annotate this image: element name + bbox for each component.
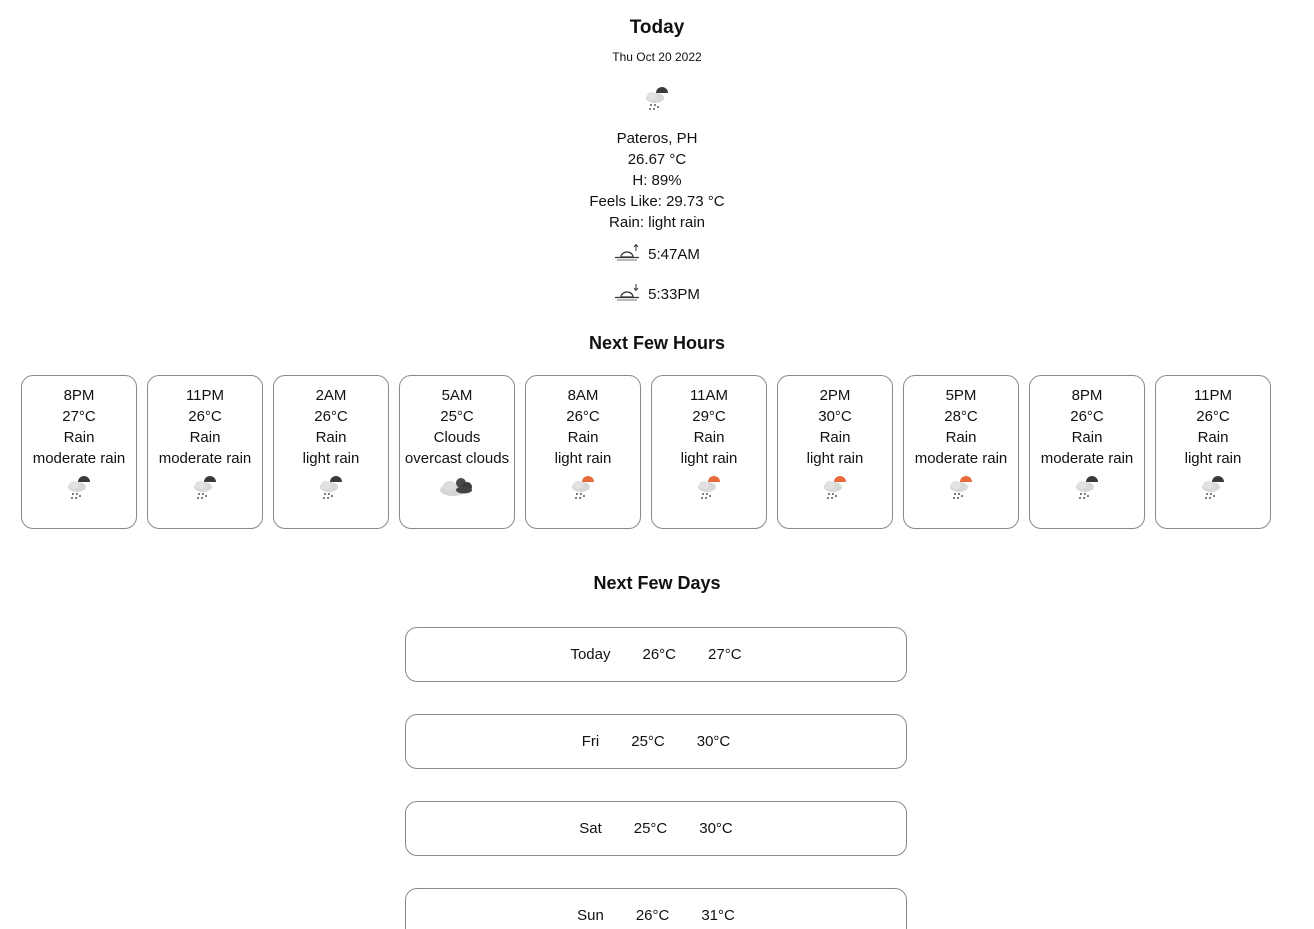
hour-description: moderate rain — [32, 450, 126, 467]
night-rain-icon — [148, 473, 262, 509]
current-condition: Rain: light rain — [609, 214, 705, 231]
hour-card: 2PM 30°C Rain light rain — [777, 375, 893, 529]
hour-temp: 27°C — [62, 408, 96, 425]
feels-like: Feels Like: 29.73 °C — [589, 193, 725, 210]
night-rain-icon — [1030, 473, 1144, 509]
hour-description: moderate rain — [1040, 450, 1134, 467]
hour-temp: 26°C — [188, 408, 222, 425]
day-high: 31°C — [701, 907, 735, 924]
hour-condition: Rain — [1197, 429, 1229, 446]
overcast-clouds-icon — [400, 473, 514, 505]
hour-temp: 30°C — [818, 408, 852, 425]
hour-time: 2PM — [819, 387, 851, 404]
hour-card: 11AM 29°C Rain light rain — [651, 375, 767, 529]
hour-time: 2AM — [315, 387, 347, 404]
hour-description: light rain — [806, 450, 864, 467]
hour-time: 8AM — [567, 387, 599, 404]
day-low: 25°C — [631, 733, 665, 750]
hour-time: 11AM — [689, 387, 729, 404]
hour-description: light rain — [554, 450, 612, 467]
day-name: Sun — [577, 907, 604, 924]
sunrise-row: 5:47AM — [0, 242, 1314, 268]
hour-card: 8AM 26°C Rain light rain — [525, 375, 641, 529]
day-card: Fri 25°C 30°C — [405, 714, 907, 769]
day-name: Today — [570, 646, 611, 663]
hour-card: 8PM 26°C Rain moderate rain — [1029, 375, 1145, 529]
day-rain-icon — [778, 473, 892, 509]
hour-time: 11PM — [1193, 387, 1233, 404]
hourly-forecast-list: 8PM 27°C Rain moderate rain 11PM 26°C Ra… — [21, 375, 1271, 529]
hour-time: 5AM — [441, 387, 473, 404]
hour-condition: Rain — [315, 429, 347, 446]
hour-temp: 26°C — [1196, 408, 1230, 425]
sunset-row: 5:33PM — [0, 282, 1314, 308]
today-title: Today — [629, 17, 685, 38]
day-rain-icon — [652, 473, 766, 509]
hour-condition: Rain — [945, 429, 977, 446]
day-high: 30°C — [699, 820, 733, 837]
hour-card: 5AM 25°C Clouds overcast clouds — [399, 375, 515, 529]
hour-condition: Rain — [819, 429, 851, 446]
current-temperature: 26.67 °C — [627, 151, 687, 168]
hour-temp: 25°C — [440, 408, 474, 425]
day-high: 30°C — [696, 733, 731, 750]
day-card: Sun 26°C 31°C — [405, 888, 907, 929]
hour-condition: Rain — [189, 429, 221, 446]
hour-description: overcast clouds — [404, 450, 510, 467]
days-section-title: Next Few Days — [593, 573, 721, 593]
day-name: Sat — [579, 820, 602, 837]
hour-time: 8PM — [63, 387, 95, 404]
hour-description: moderate rain — [914, 450, 1008, 467]
hour-time: 8PM — [1071, 387, 1103, 404]
hours-section-title: Next Few Hours — [588, 333, 726, 353]
day-card: Sat 25°C 30°C — [405, 801, 907, 856]
day-card: Today 26°C 27°C — [405, 627, 907, 682]
night-rain-icon — [22, 473, 136, 509]
night-rain-icon — [1156, 473, 1270, 509]
hour-temp: 28°C — [944, 408, 978, 425]
hour-condition: Rain — [693, 429, 725, 446]
hour-temp: 26°C — [566, 408, 600, 425]
day-rain-icon — [904, 473, 1018, 509]
hour-card: 11PM 26°C Rain moderate rain — [147, 375, 263, 529]
hour-condition: Rain — [567, 429, 599, 446]
hour-time: 5PM — [945, 387, 977, 404]
location: Pateros, PH — [616, 130, 698, 147]
hour-description: light rain — [1184, 450, 1242, 467]
hour-temp: 29°C — [692, 408, 726, 425]
humidity: H: 89% — [632, 172, 682, 189]
hour-description: light rain — [302, 450, 360, 467]
sunset-time: 5:33PM — [648, 286, 700, 303]
hour-condition: Clouds — [433, 429, 481, 446]
hour-description: moderate rain — [158, 450, 252, 467]
hour-card: 11PM 26°C Rain light rain — [1155, 375, 1271, 529]
hour-card: 5PM 28°C Rain moderate rain — [903, 375, 1019, 529]
day-low: 25°C — [633, 820, 668, 837]
hour-temp: 26°C — [1070, 408, 1104, 425]
sunrise-icon — [614, 242, 648, 268]
night-rain-icon — [642, 84, 672, 114]
hour-description: light rain — [680, 450, 738, 467]
day-rain-icon — [526, 473, 640, 509]
hour-card: 8PM 27°C Rain moderate rain — [21, 375, 137, 529]
night-rain-icon — [274, 473, 388, 509]
hour-temp: 26°C — [314, 408, 348, 425]
hour-time: 11PM — [185, 387, 225, 404]
hour-condition: Rain — [1071, 429, 1103, 446]
daily-forecast-list: Today 26°C 27°C Fri 25°C 30°C Sat 25°C 3… — [405, 627, 907, 929]
day-low: 26°C — [642, 646, 677, 663]
hour-condition: Rain — [63, 429, 95, 446]
sunrise-time: 5:47AM — [648, 246, 700, 263]
day-high: 27°C — [708, 646, 742, 663]
today-date: Thu Oct 20 2022 — [612, 50, 702, 64]
day-low: 26°C — [635, 907, 670, 924]
day-name: Fri — [581, 733, 600, 750]
hour-card: 2AM 26°C Rain light rain — [273, 375, 389, 529]
sunset-icon — [614, 282, 648, 308]
